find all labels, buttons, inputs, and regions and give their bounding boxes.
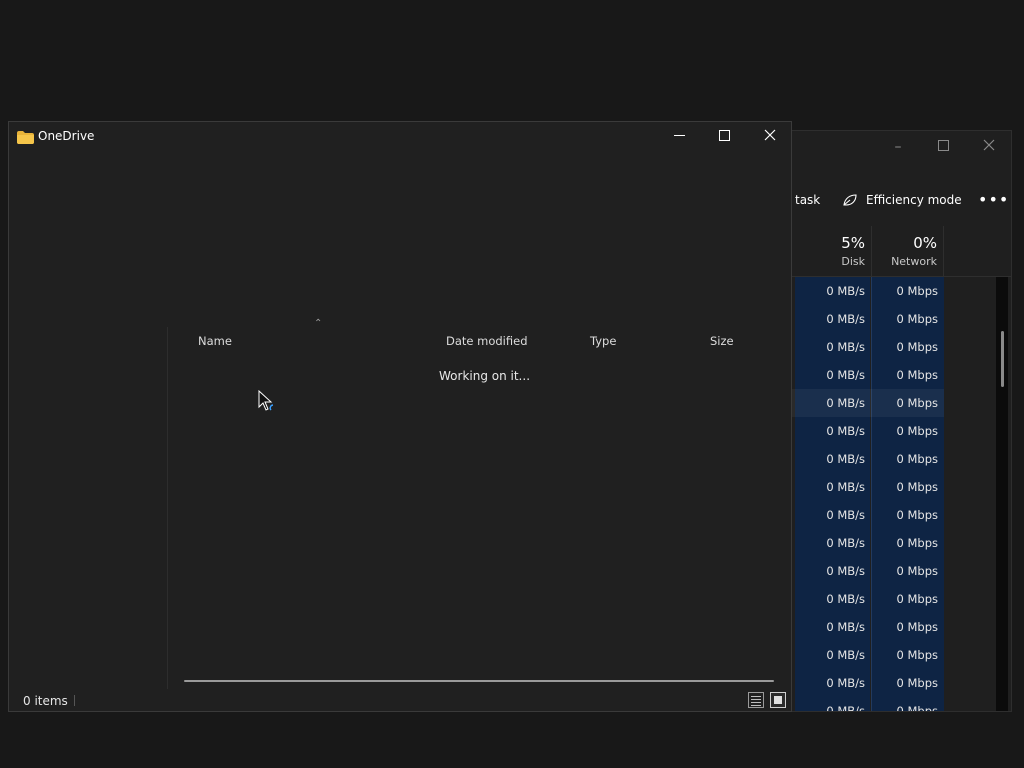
window-title: OneDrive [38, 129, 95, 143]
network-value: 0 Mbps [896, 396, 939, 410]
network-percent: 0% [913, 234, 937, 252]
disk-label: Disk [841, 255, 865, 268]
process-row[interactable]: 0 MB/s 0 Mbps [783, 697, 944, 712]
process-row[interactable]: 0 MB/s 0 Mbps [783, 641, 944, 669]
process-row[interactable]: 0 MB/s 0 Mbps [783, 613, 944, 641]
disk-value: 0 MB/s [826, 424, 865, 438]
disk-value: 0 MB/s [826, 620, 865, 634]
close-icon[interactable] [978, 137, 1000, 157]
network-value: 0 Mbps [896, 284, 939, 298]
status-bar: 0 items [9, 688, 791, 712]
network-value: 0 Mbps [896, 424, 939, 438]
item-count: 0 items [23, 694, 68, 708]
process-row[interactable]: 0 MB/s 0 Mbps [783, 585, 944, 613]
process-row[interactable]: 0 MB/s 0 Mbps [783, 501, 944, 529]
process-row[interactable]: 0 MB/s 0 Mbps [783, 305, 944, 333]
task-manager-titlebar: – [783, 131, 1011, 163]
name-column-header[interactable]: Name [198, 334, 232, 348]
process-row[interactable]: 0 MB/s 0 Mbps [783, 361, 944, 389]
disk-value: 0 MB/s [826, 676, 865, 690]
minimize-icon[interactable] [664, 125, 694, 149]
network-value: 0 Mbps [896, 340, 939, 354]
efficiency-mode-button[interactable]: Efficiency mode [866, 193, 962, 207]
explorer-titlebar[interactable]: OneDrive [9, 122, 791, 152]
disk-value: 0 MB/s [826, 592, 865, 606]
sort-up-icon: ⌃ [314, 318, 323, 329]
network-value: 0 Mbps [896, 480, 939, 494]
task-manager-scrollbar[interactable] [996, 277, 1008, 711]
scrollbar-thumb[interactable] [1001, 331, 1004, 387]
horizontal-scrollbar[interactable] [184, 680, 774, 682]
task-manager-toolbar: task Efficiency mode ••• [783, 181, 1011, 221]
disk-value: 0 MB/s [826, 284, 865, 298]
navigation-pane[interactable] [9, 152, 167, 688]
disk-value: 0 MB/s [826, 564, 865, 578]
network-column-header[interactable]: 0% Network [871, 226, 944, 276]
minimize-icon[interactable]: – [887, 137, 909, 157]
process-row[interactable]: 0 MB/s 0 Mbps [783, 529, 944, 557]
task-manager-window: – task Efficiency mode ••• 5% Disk 0% Ne… [782, 130, 1012, 712]
network-value: 0 Mbps [896, 592, 939, 606]
task-manager-column-headers: 5% Disk 0% Network [783, 226, 1011, 277]
size-column-header[interactable]: Size [710, 334, 734, 348]
process-row[interactable]: 0 MB/s 0 Mbps [783, 389, 944, 417]
network-value: 0 Mbps [896, 676, 939, 690]
process-row[interactable]: 0 MB/s 0 Mbps [783, 557, 944, 585]
network-value: 0 Mbps [896, 536, 939, 550]
disk-value: 0 MB/s [826, 704, 865, 712]
disk-value: 0 MB/s [826, 452, 865, 466]
disk-value: 0 MB/s [826, 480, 865, 494]
process-row[interactable]: 0 MB/s 0 Mbps [783, 417, 944, 445]
network-value: 0 Mbps [896, 312, 939, 326]
date-modified-column-header[interactable]: Date modified [446, 334, 528, 348]
task-manager-process-list: 0 MB/s 0 Mbps 0 MB/s 0 Mbps 0 MB/s 0 Mbps 0 MB… [783, 277, 1011, 712]
folder-icon [17, 129, 34, 144]
disk-value: 0 MB/s [826, 312, 865, 326]
process-row[interactable]: 0 MB/s 0 Mbps [783, 669, 944, 697]
process-row[interactable]: 0 MB/s 0 Mbps [783, 445, 944, 473]
more-horizontal-icon[interactable]: ••• [978, 190, 1009, 209]
column-headers: ⌃ Name Date modified Type Size [168, 318, 788, 356]
network-value: 0 Mbps [896, 620, 939, 634]
maximize-icon[interactable] [932, 137, 954, 157]
maximize-icon[interactable] [709, 125, 739, 149]
network-value: 0 Mbps [896, 648, 939, 662]
disk-value: 0 MB/s [826, 340, 865, 354]
process-row[interactable]: 0 MB/s 0 Mbps [783, 333, 944, 361]
process-row[interactable]: 0 MB/s 0 Mbps [783, 473, 944, 501]
pane-divider[interactable] [167, 327, 168, 689]
close-icon[interactable] [755, 125, 785, 149]
loading-message: Working on it... [439, 369, 531, 383]
network-value: 0 Mbps [896, 564, 939, 578]
run-task-button-partial[interactable]: task [795, 193, 820, 207]
process-row[interactable]: 0 MB/s 0 Mbps [783, 277, 944, 305]
large-icons-view-icon[interactable] [770, 692, 786, 708]
network-value: 0 Mbps [896, 452, 939, 466]
disk-column-header[interactable]: 5% Disk [783, 226, 871, 276]
type-column-header[interactable]: Type [590, 334, 616, 348]
network-label: Network [891, 255, 937, 268]
disk-value: 0 MB/s [826, 508, 865, 522]
details-view-icon[interactable] [748, 692, 764, 708]
network-value: 0 Mbps [896, 508, 939, 522]
disk-value: 0 MB/s [826, 648, 865, 662]
busy-cursor-icon [258, 389, 276, 414]
disk-percent: 5% [841, 234, 865, 252]
disk-value: 0 MB/s [826, 396, 865, 410]
status-divider [74, 695, 75, 706]
leaf-icon [842, 192, 858, 212]
disk-value: 0 MB/s [826, 536, 865, 550]
explorer-window: OneDrive ⌃ Name Date modified Type Size … [8, 121, 792, 712]
disk-value: 0 MB/s [826, 368, 865, 382]
network-value: 0 Mbps [896, 368, 939, 382]
network-value: 0 Mbps [896, 704, 939, 712]
